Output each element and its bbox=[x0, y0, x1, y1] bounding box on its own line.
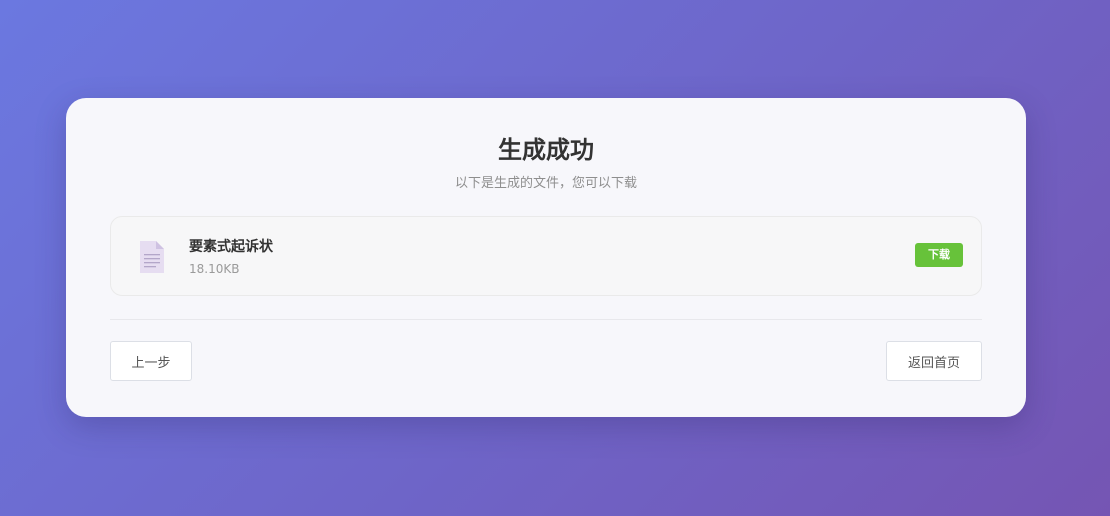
file-size: 18.10KB bbox=[189, 262, 240, 276]
divider bbox=[110, 319, 982, 320]
document-icon bbox=[137, 239, 167, 275]
file-name: 要素式起诉状 bbox=[189, 239, 273, 255]
page-subtitle: 以下是生成的文件，您可以下载 bbox=[454, 176, 637, 191]
page-title: 生成成功 bbox=[498, 136, 594, 164]
download-button[interactable]: 下载 bbox=[915, 243, 963, 267]
file-item: 要素式起诉状 18.10KB 下载 bbox=[110, 216, 982, 296]
back-to-home-button[interactable]: 返回首页 bbox=[886, 341, 982, 381]
previous-step-button[interactable]: 上一步 bbox=[110, 341, 192, 381]
result-card: 生成成功 以下是生成的文件，您可以下载 要素式起诉状 18.10KB 下载 上一… bbox=[66, 98, 1026, 417]
